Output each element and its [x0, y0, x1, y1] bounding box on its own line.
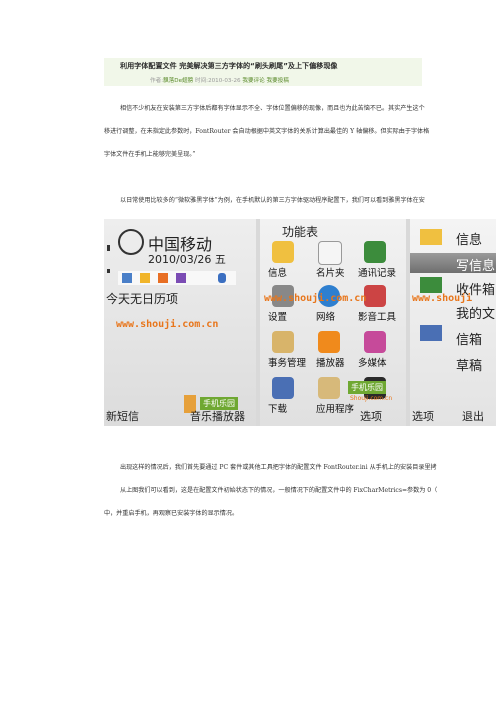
softkey-music-player[interactable]: 音乐播放器 — [190, 408, 245, 424]
softkey-new-sms[interactable]: 新短信 — [106, 408, 139, 424]
para2-line1: 以日常使用比较多的“微软雅黑字体”为例，在手机默认的第三方字体驱动程序配置下，我… — [120, 197, 425, 204]
para3-line2: 从上图我们可以看到，这是在配置文件初始状态下的情况，一般情况下的配置文件中的 F… — [120, 487, 438, 494]
softkey-exit[interactable]: 退出 — [462, 408, 484, 424]
menu-item-web[interactable]: 网络 — [316, 309, 335, 323]
item-drafts[interactable]: 草稿 — [456, 355, 482, 374]
player-icon[interactable] — [318, 331, 340, 353]
media-tools-icon[interactable] — [364, 285, 386, 307]
menu-item-download[interactable]: 下载 — [268, 401, 287, 415]
article-meta: 作者:飘落De翅膀 时间:2010-03-26 我要评论 我要投稿 — [150, 76, 289, 84]
messaging-header: 信息 — [456, 233, 483, 248]
mailbox-icon — [420, 325, 442, 341]
menu-item-messages[interactable]: 信息 — [268, 265, 287, 279]
menu-item-organizer[interactable]: 事务管理 — [268, 355, 306, 369]
meta-date: 2010-03-26 — [208, 78, 241, 84]
menu-item-player[interactable]: 播放器 — [316, 355, 345, 369]
inbox-icon — [420, 277, 442, 293]
para1-line2: 移进行调整，在未指定此参数时，FontRouter 会自动根据中英文字体的关系计… — [104, 128, 430, 135]
para3-line3: 中，并重启手机，再观察已安装字体的显示情况。 — [104, 510, 239, 517]
download-icon[interactable] — [272, 377, 294, 399]
meta-author[interactable]: 飘落De翅膀 — [163, 78, 193, 84]
multimedia-icon[interactable] — [364, 331, 386, 353]
shortcut-app-icon[interactable] — [122, 273, 132, 283]
menu-screen: 功能表 信息 名片夹 通讯记录 设置 网络 影音工具 事务管理 播放器 多媒体 … — [260, 219, 406, 426]
menu-item-applications[interactable]: 应用程序 — [316, 401, 354, 415]
item-mailbox[interactable]: 信箱 — [456, 329, 482, 348]
para3-line1: 出现这样的情况后，我们首先要通过 PC 套件或其他工具把字体的配置文件 Font… — [120, 464, 437, 471]
phone-screenshots: 中国移动 2010/03/26 五 今天无日历项 www.shouji.com.… — [104, 219, 496, 426]
menu-item-call-log[interactable]: 通讯记录 — [358, 265, 396, 279]
meta-time-prefix: 时间: — [194, 78, 209, 84]
standby-screen: 中国移动 2010/03/26 五 今天无日历项 www.shouji.com.… — [104, 219, 256, 426]
call-log-icon[interactable] — [364, 241, 386, 263]
softkey-options-3[interactable]: 选项 — [412, 408, 434, 424]
para1-line3: 字体文件在手机上能够完美呈现。” — [104, 151, 196, 158]
agenda-text: 今天无日历项 — [106, 292, 179, 306]
shortcut-message-icon[interactable] — [140, 273, 150, 283]
badge-text-2: 手机乐园 — [348, 381, 386, 394]
watermark-1: www.shouji.com.cn — [116, 319, 219, 330]
item-my-folders[interactable]: 我的文 — [456, 303, 495, 322]
messaging-icon[interactable] — [272, 241, 294, 263]
battery-icon — [107, 269, 110, 273]
shortcut-bar[interactable] — [118, 271, 236, 285]
watermark-3: www.shouji — [412, 293, 473, 304]
comment-link[interactable]: 我要评论 — [242, 78, 264, 84]
messaging-screen: 信息 写信息 收件箱 我的文 信箱 草稿 www.shouji 选项 退出 — [410, 219, 496, 426]
envelope-icon — [420, 229, 442, 245]
para1-line1: 相信不少机友在安装第三方字体后都有字体显示不全、字体位置偏移的现像，而且也为此苦… — [120, 105, 425, 112]
signal-icon — [107, 245, 110, 251]
sub-watermark: Shouji.com.cn — [350, 395, 393, 402]
applications-icon[interactable] — [318, 377, 340, 399]
menu-item-contacts[interactable]: 名片夹 — [316, 265, 345, 279]
organizer-icon[interactable] — [272, 331, 294, 353]
shortcut-browser-icon[interactable] — [158, 273, 168, 283]
menu-item-media-tools[interactable]: 影音工具 — [358, 309, 396, 323]
clock-icon — [118, 229, 144, 255]
standby-date: 2010/03/26 五 — [148, 253, 226, 266]
contacts-icon[interactable] — [318, 241, 342, 265]
menu-item-settings[interactable]: 设置 — [268, 309, 287, 323]
item-write-message[interactable]: 写信息 — [456, 255, 495, 274]
watermark-2: www.shouji.com.cn — [264, 293, 367, 304]
menu-item-multimedia[interactable]: 多媒体 — [358, 355, 387, 369]
meta-author-prefix: 作者: — [150, 78, 164, 84]
menu-header: 功能表 — [282, 225, 319, 239]
bluetooth-icon[interactable] — [218, 273, 226, 283]
submit-link[interactable]: 我要投稿 — [267, 78, 289, 84]
article-title: 利用字体配置文件 完美解决第三方字体的“刷头刷尾”及上下偏移现像 — [120, 61, 338, 70]
softkey-options-2[interactable]: 选项 — [360, 408, 382, 424]
shortcut-music-icon[interactable] — [176, 273, 186, 283]
